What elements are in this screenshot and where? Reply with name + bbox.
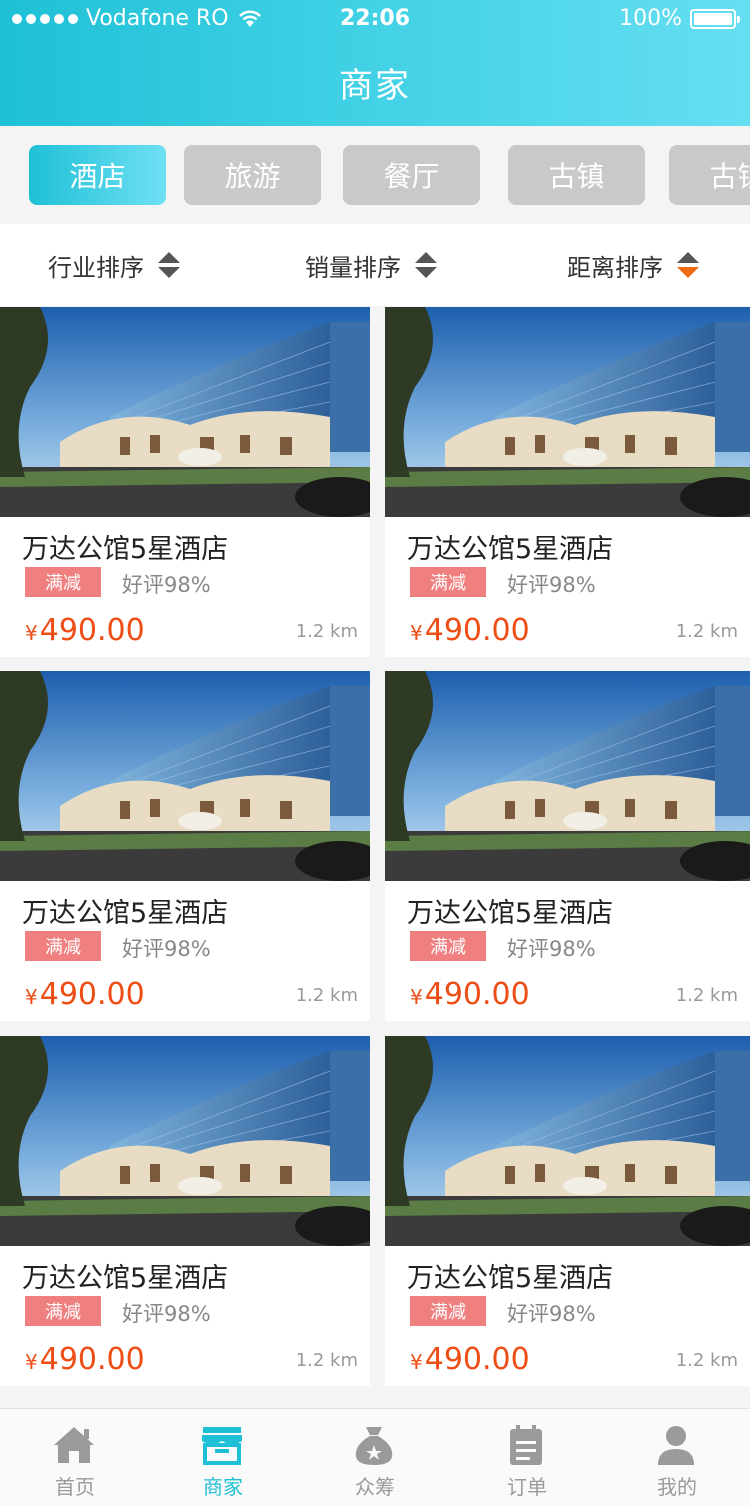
bottom-nav: 首页 商家 众筹 订单 我的	[0, 1408, 750, 1506]
price: ¥490.00	[25, 613, 145, 648]
currency-symbol: ¥	[410, 621, 423, 645]
price-value: 490.00	[424, 977, 530, 1012]
sort-industry[interactable]: 行业排序	[48, 224, 180, 306]
listing-card[interactable]: 万达公馆5星酒店 满减 好评98% ¥490.00 1.2 km	[385, 1036, 750, 1386]
rating-text: 好评98%	[122, 573, 211, 597]
distance-text: 1.2 km	[295, 621, 358, 642]
nav-profile-label: 我的	[657, 1475, 697, 1499]
header: Vodafone RO 22:06 100% 商家	[0, 0, 750, 126]
distance-text: 1.2 km	[675, 1350, 738, 1371]
currency-symbol: ¥	[410, 1350, 423, 1374]
battery-icon	[690, 8, 740, 29]
battery-percent: 100%	[619, 6, 682, 31]
nav-home[interactable]: 首页	[0, 1409, 150, 1506]
nav-orders[interactable]: 订单	[452, 1409, 602, 1506]
category-tabs: 酒店 旅游 餐厅 古镇 古镇	[0, 126, 750, 224]
profile-icon	[652, 1423, 700, 1467]
sort-bar: 行业排序 销量排序 距离排序	[0, 224, 750, 306]
rating-text: 好评98%	[122, 1302, 211, 1326]
discount-badge: 满减	[410, 1296, 486, 1326]
tab-hotel[interactable]: 酒店	[29, 145, 166, 205]
distance-text: 1.2 km	[295, 1350, 358, 1371]
nav-profile[interactable]: 我的	[602, 1409, 750, 1506]
rating-text: 好评98%	[507, 1302, 596, 1326]
hotel-photo	[385, 671, 750, 881]
sort-sales-label: 销量排序	[305, 253, 401, 282]
listing-card[interactable]: 万达公馆5星酒店 满减 好评98% ¥490.00 1.2 km	[0, 307, 370, 657]
listing-name: 万达公馆5星酒店	[407, 534, 614, 565]
currency-symbol: ¥	[410, 985, 423, 1009]
discount-badge: 满减	[410, 567, 486, 597]
sort-sales[interactable]: 销量排序	[305, 224, 437, 306]
nav-store[interactable]: 商家	[148, 1409, 298, 1506]
nav-orders-label: 订单	[507, 1475, 547, 1499]
rating-text: 好评98%	[507, 937, 596, 961]
currency-symbol: ¥	[25, 985, 38, 1009]
sort-distance-label: 距离排序	[567, 253, 663, 282]
sort-distance[interactable]: 距离排序	[567, 224, 699, 306]
hotel-photo	[385, 1036, 750, 1246]
price: ¥490.00	[25, 977, 145, 1012]
listing-card[interactable]: 万达公馆5星酒店 满减 好评98% ¥490.00 1.2 km	[385, 307, 750, 657]
page-title: 商家	[339, 66, 411, 106]
nav-home-label: 首页	[55, 1475, 95, 1499]
hotel-photo	[0, 1036, 370, 1246]
order-clipboard-icon	[502, 1423, 550, 1467]
tab-travel[interactable]: 旅游	[184, 145, 321, 205]
hotel-photo	[385, 307, 750, 517]
tab-restaurant[interactable]: 餐厅	[343, 145, 480, 205]
listing-card[interactable]: 万达公馆5星酒店 满减 好评98% ¥490.00 1.2 km	[0, 1036, 370, 1386]
listing-name: 万达公馆5星酒店	[407, 1263, 614, 1294]
currency-symbol: ¥	[25, 621, 38, 645]
listing-name: 万达公馆5星酒店	[22, 534, 229, 565]
discount-badge: 满减	[410, 931, 486, 961]
sort-arrows-descending-icon	[677, 252, 699, 278]
discount-badge: 满减	[25, 1296, 101, 1326]
price: ¥490.00	[410, 977, 530, 1012]
crowdfund-bag-icon	[350, 1423, 398, 1467]
listing-name: 万达公馆5星酒店	[22, 1263, 229, 1294]
price: ¥490.00	[410, 613, 530, 648]
price: ¥490.00	[25, 1342, 145, 1377]
sort-industry-label: 行业排序	[48, 253, 144, 282]
price-value: 490.00	[424, 1342, 530, 1377]
nav-crowdfund[interactable]: 众筹	[300, 1409, 450, 1506]
listing-card[interactable]: 万达公馆5星酒店 满减 好评98% ¥490.00 1.2 km	[385, 671, 750, 1021]
hotel-photo	[0, 671, 370, 881]
discount-badge: 满减	[25, 567, 101, 597]
distance-text: 1.2 km	[675, 621, 738, 642]
price-value: 490.00	[39, 977, 145, 1012]
rating-text: 好评98%	[122, 937, 211, 961]
distance-text: 1.2 km	[295, 985, 358, 1006]
status-bar: Vodafone RO 22:06 100%	[0, 0, 750, 40]
listing-name: 万达公馆5星酒店	[22, 898, 229, 929]
nav-crowdfund-label: 众筹	[355, 1475, 395, 1499]
sort-arrows-icon	[415, 252, 437, 278]
home-icon	[50, 1423, 98, 1467]
store-icon	[198, 1423, 246, 1467]
nav-store-label: 商家	[203, 1475, 243, 1499]
tab-ancient-town[interactable]: 古镇	[508, 145, 645, 205]
sort-arrows-icon	[158, 252, 180, 278]
price-value: 490.00	[39, 613, 145, 648]
listing-card[interactable]: 万达公馆5星酒店 满减 好评98% ¥490.00 1.2 km	[0, 671, 370, 1021]
currency-symbol: ¥	[25, 1350, 38, 1374]
price-value: 490.00	[424, 613, 530, 648]
rating-text: 好评98%	[507, 573, 596, 597]
distance-text: 1.2 km	[675, 985, 738, 1006]
hotel-photo	[0, 307, 370, 517]
tab-ancient-town-2[interactable]: 古镇	[669, 145, 750, 205]
status-right: 100%	[619, 6, 740, 31]
listing-name: 万达公馆5星酒店	[407, 898, 614, 929]
price: ¥490.00	[410, 1342, 530, 1377]
discount-badge: 满减	[25, 931, 101, 961]
price-value: 490.00	[39, 1342, 145, 1377]
